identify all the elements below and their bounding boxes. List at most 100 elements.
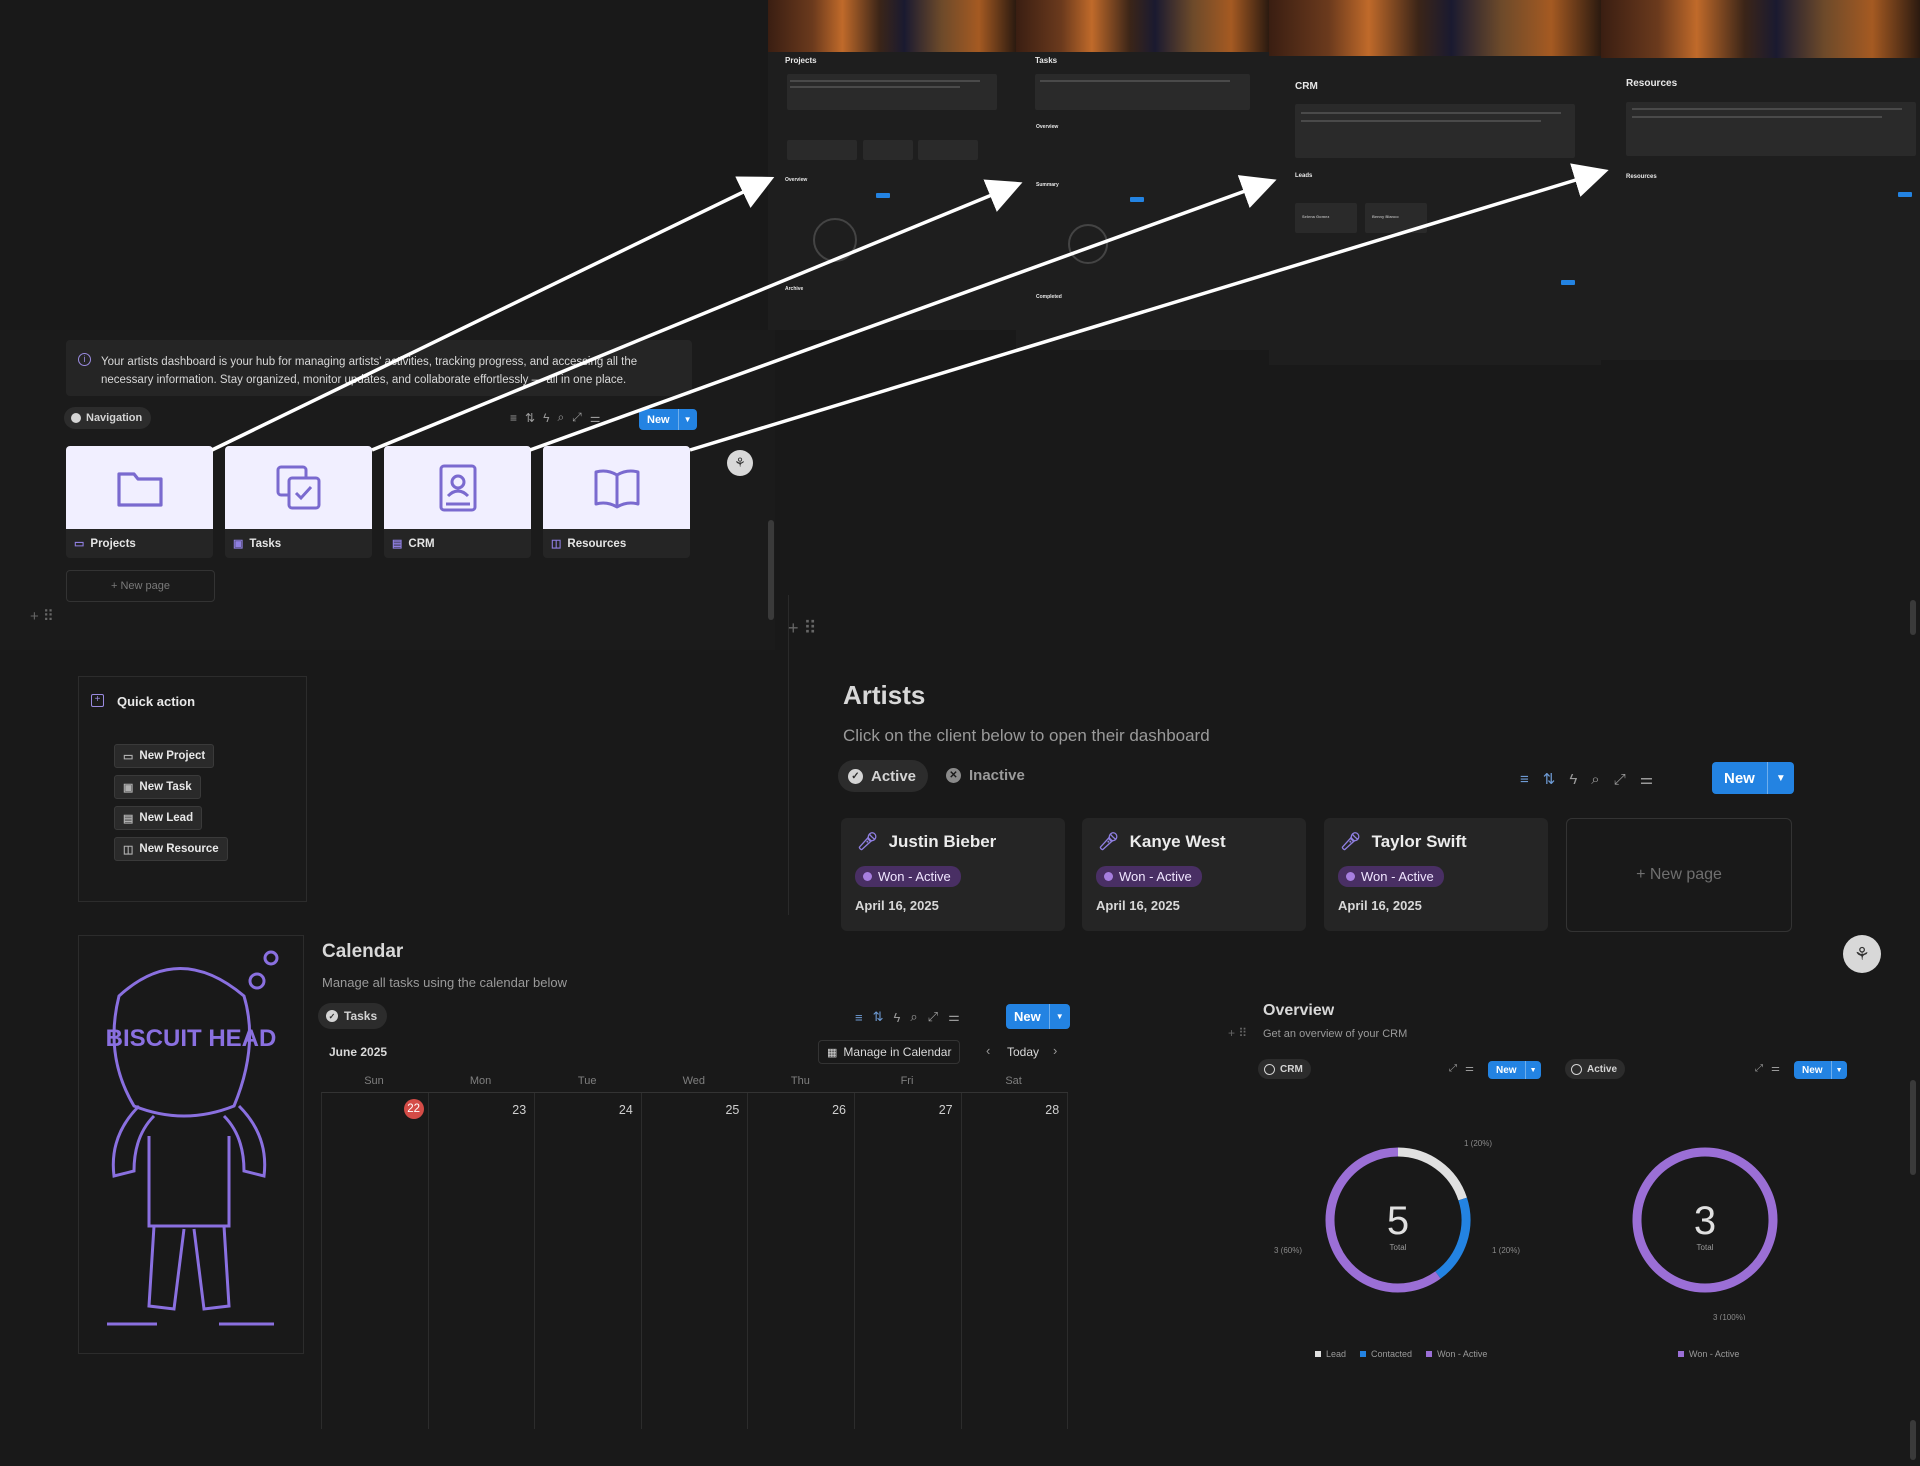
microphone-icon: 🎤︎ xyxy=(1340,832,1362,851)
chart2-toolbar: ⤢ ⚌ xyxy=(1755,1063,1780,1074)
block-handle-icon[interactable]: + ⠿ xyxy=(788,618,817,639)
palm-badge-icon[interactable]: ⚘ xyxy=(1843,935,1881,973)
tab-active[interactable]: ✓ Active xyxy=(838,760,929,792)
artists-new-page-button[interactable]: + New page xyxy=(1566,818,1792,932)
status-label: Won - Active xyxy=(878,869,951,884)
status-label: Won - Active xyxy=(1361,869,1434,884)
new-label: New xyxy=(1724,769,1755,787)
manage-in-calendar-button[interactable]: ▦ Manage in Calendar xyxy=(818,1040,961,1064)
settings-icon[interactable]: ⚌ xyxy=(1465,1063,1474,1074)
automation-icon[interactable]: ϟ xyxy=(894,1010,901,1025)
crm-chart-tag[interactable]: CRM xyxy=(1258,1059,1311,1079)
artist-name: Justin Bieber xyxy=(888,832,997,851)
calendar-day-cell[interactable]: 24 xyxy=(535,1093,642,1429)
next-week-button[interactable]: › xyxy=(1053,1043,1057,1058)
automation-icon[interactable]: ϟ xyxy=(1569,771,1577,788)
search-icon[interactable]: ⌕ xyxy=(1591,771,1599,788)
search-icon[interactable]: ⌕ xyxy=(910,1009,917,1025)
day-header: Thu xyxy=(790,1075,810,1087)
chevron-down-icon[interactable]: ▼ xyxy=(1048,1004,1070,1029)
calendar-new-button[interactable]: New ▼ xyxy=(1006,1004,1070,1029)
new-label: New xyxy=(1802,1064,1823,1076)
new-lead-button[interactable]: ▤ New Lead xyxy=(114,806,203,830)
donut-slice-label: 3 (100%) xyxy=(1713,1313,1746,1320)
new-label: New xyxy=(1014,1009,1041,1024)
chart2-new-button[interactable]: New ▼ xyxy=(1794,1061,1847,1079)
settings-icon[interactable]: ⚌ xyxy=(948,1009,960,1025)
tasks-tag[interactable]: ✓ Tasks xyxy=(318,1003,388,1029)
active-chart-tag[interactable]: Active xyxy=(1565,1059,1626,1079)
status-label: Won - Active xyxy=(1119,869,1192,884)
artist-date: April 16, 2025 xyxy=(1096,898,1180,913)
status-badge: Won - Active xyxy=(855,866,961,887)
sort-icon[interactable]: ⇅ xyxy=(873,1009,884,1025)
calendar-subtitle: Manage all tasks using the calendar belo… xyxy=(322,975,567,990)
artist-card-justin-bieber[interactable]: 🎤︎ Justin Bieber Won - Active April 16, 2… xyxy=(841,818,1065,931)
arrow-crm xyxy=(529,175,1277,452)
chevron-down-icon[interactable]: ▼ xyxy=(1524,1061,1541,1079)
legend-item: Contacted xyxy=(1360,1349,1412,1359)
microphone-icon: 🎤︎ xyxy=(1098,832,1120,851)
logo-panel: BISCUIT HEAD xyxy=(78,935,304,1354)
x-circle-icon: ✕ xyxy=(946,768,961,783)
block-handle-icon[interactable]: + ⠿ xyxy=(1228,1026,1247,1040)
button-label: New Lead xyxy=(139,812,194,824)
expand-icon[interactable]: ⤢ xyxy=(1755,1063,1763,1074)
calendar-day-cell[interactable]: 26 xyxy=(748,1093,855,1429)
new-project-button[interactable]: ▭ New Project xyxy=(114,744,215,768)
scrollbar[interactable] xyxy=(1910,1420,1916,1460)
artist-card-taylor-swift[interactable]: 🎤︎ Taylor Swift Won - Active April 16, 20… xyxy=(1324,818,1548,931)
crm-chart-legend: Lead Contacted Won - Active xyxy=(1315,1349,1487,1359)
artist-name: Kanye West xyxy=(1129,832,1226,851)
calendar-day-cell[interactable]: 25 xyxy=(642,1093,749,1429)
calendar-day-cell[interactable]: 22 xyxy=(322,1093,429,1429)
calendar-day-cell[interactable]: 23 xyxy=(429,1093,536,1429)
settings-icon[interactable]: ⚌ xyxy=(1640,770,1653,788)
calendar-icon: ▦ xyxy=(827,1046,838,1059)
today-button[interactable]: Today xyxy=(1007,1045,1039,1059)
donut-center-label: Total xyxy=(1697,1243,1714,1252)
artist-date: April 16, 2025 xyxy=(1338,898,1422,913)
settings-icon[interactable]: ⚌ xyxy=(1771,1063,1780,1074)
crm-donut-chart: 5Total 1 (20%) 1 (20%) 3 (60%) xyxy=(1274,1139,1520,1293)
artist-card-kanye-west[interactable]: 🎤︎ Kanye West Won - Active April 16, 2025 xyxy=(1082,818,1306,931)
new-task-button[interactable]: ▣ New Task xyxy=(114,775,201,799)
folder-icon: ▭ xyxy=(123,750,134,763)
overview-subtitle: Get an overview of your CRM xyxy=(1263,1028,1408,1040)
expand-icon[interactable]: ⤢ xyxy=(1449,1063,1457,1074)
calendar-day-cell[interactable]: 27 xyxy=(855,1093,962,1429)
expand-icon[interactable]: ⤢ xyxy=(928,1009,938,1025)
scrollbar[interactable] xyxy=(1910,600,1916,635)
biscuit-head-logo: BISCUIT HEAD xyxy=(106,950,279,1326)
sort-icon[interactable]: ⇅ xyxy=(1543,770,1556,788)
legend-swatch xyxy=(1678,1351,1684,1357)
scrollbar[interactable] xyxy=(1910,1080,1916,1175)
book-open-icon: ◫ xyxy=(123,843,134,856)
calendar-toolbar: ≡ ⇅ ϟ ⌕ ⤢ ⚌ xyxy=(855,1009,960,1025)
legend-swatch xyxy=(1360,1351,1367,1357)
new-resource-button[interactable]: ◫ New Resource xyxy=(114,837,228,861)
tag-label: Active xyxy=(1587,1063,1618,1075)
chevron-down-icon[interactable]: ▼ xyxy=(1830,1061,1847,1079)
tab-inactive[interactable]: ✕ Inactive xyxy=(946,767,1025,784)
logo-text: BISCUIT HEAD xyxy=(106,1025,277,1052)
donut-center-label: Total xyxy=(1390,1243,1407,1252)
prev-week-button[interactable]: ‹ xyxy=(986,1043,990,1058)
legend-label: Won - Active xyxy=(1689,1349,1740,1359)
artist-name: Taylor Swift xyxy=(1371,832,1467,851)
manage-label: Manage in Calendar xyxy=(843,1045,952,1059)
artists-new-button[interactable]: New ▼ xyxy=(1712,762,1794,794)
active-donut-chart: 3Total 3 (100%) xyxy=(1632,1147,1778,1320)
day-header: Wed xyxy=(682,1075,705,1087)
day-header: Sat xyxy=(1005,1075,1022,1087)
chevron-down-icon[interactable]: ▼ xyxy=(1766,762,1794,794)
filter-icon[interactable]: ≡ xyxy=(855,1010,863,1025)
calendar-day-cell[interactable]: 28 xyxy=(962,1093,1069,1429)
chart1-new-button[interactable]: New ▼ xyxy=(1488,1061,1541,1079)
filter-icon[interactable]: ≡ xyxy=(1520,771,1529,788)
day-header: Sun xyxy=(364,1075,384,1087)
artists-toolbar: ≡ ⇅ ϟ ⌕ ⤢ ⚌ xyxy=(1520,770,1653,789)
donut-slice-label: 3 (60%) xyxy=(1274,1246,1302,1255)
expand-icon[interactable]: ⤢ xyxy=(1614,771,1626,788)
calendar-grid[interactable]: 22 23 24 25 26 27 28 xyxy=(321,1092,1069,1429)
